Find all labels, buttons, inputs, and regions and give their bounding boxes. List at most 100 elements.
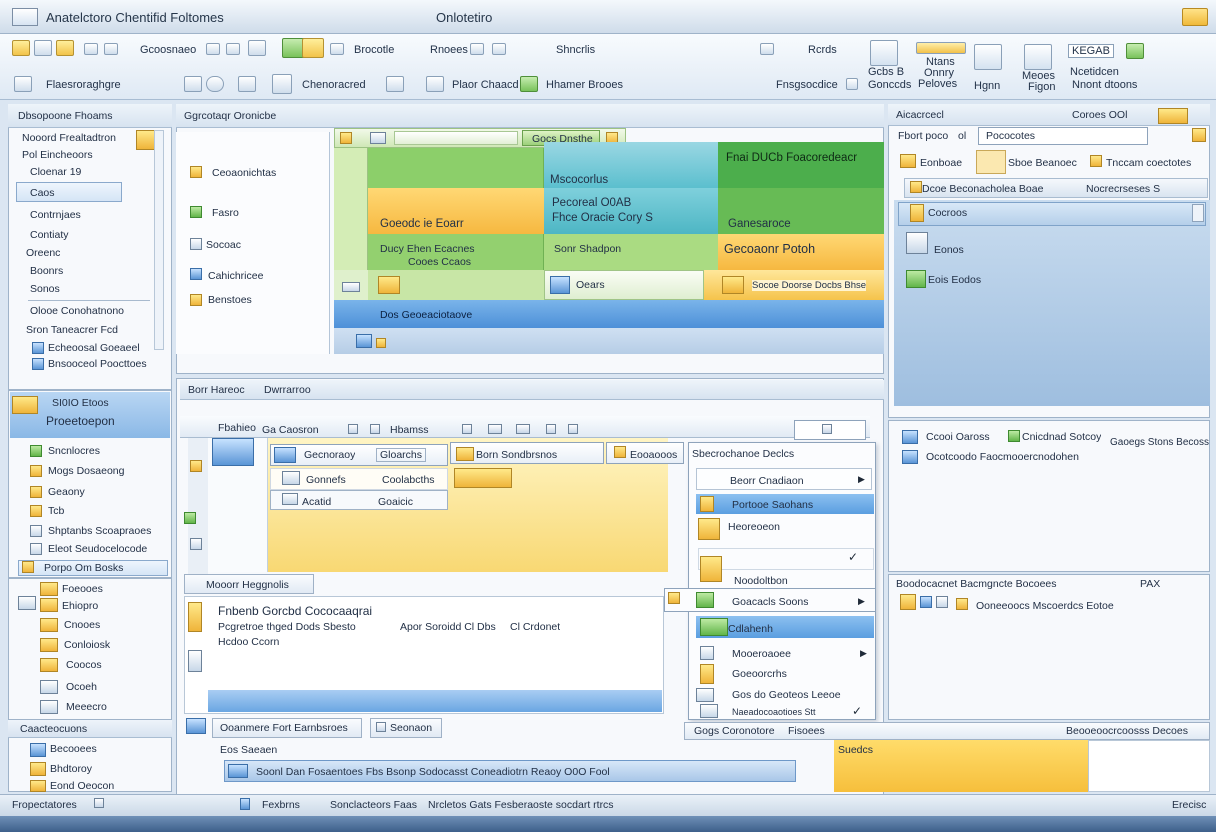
section2-item[interactable]: Shptanbs Scoapraoes	[48, 525, 151, 537]
section3-item[interactable]: Conloiosk	[64, 639, 110, 651]
tab-icon[interactable]	[546, 424, 556, 434]
save-icon[interactable]	[56, 40, 74, 56]
insert-icon[interactable]	[386, 76, 404, 92]
folder-icon[interactable]	[1182, 8, 1208, 26]
filter-value[interactable]: Pococotes	[986, 130, 1035, 142]
center-list-item[interactable]: Benstoes	[208, 294, 252, 306]
tab-icon[interactable]	[516, 424, 530, 434]
tab-icon[interactable]	[370, 132, 386, 144]
section2-item[interactable]: Tcb	[48, 505, 64, 517]
center-list-item[interactable]: Socoac	[206, 239, 241, 251]
right-row[interactable]: Eonboae	[920, 157, 962, 169]
tab-icon[interactable]	[568, 424, 578, 434]
context-menu-label[interactable]: Beorr Cnadiaon	[730, 475, 804, 487]
right-row[interactable]: Eois Eodos	[928, 274, 981, 286]
context-menu-label[interactable]: Gos do Geoteos Leeoe	[732, 689, 841, 701]
link-icon[interactable]	[330, 43, 344, 55]
gallery-item-label[interactable]: Coolabcths	[382, 474, 435, 486]
section3-item[interactable]: Meeecro	[66, 701, 107, 713]
ribbon-row2-1[interactable]: Flaesroraghgre	[46, 79, 121, 91]
nav-item[interactable]: Boonrs	[30, 265, 63, 277]
gallery-item-label[interactable]: Eooaooos	[630, 449, 677, 461]
group4-icon[interactable]	[1024, 44, 1052, 70]
status-dropdown-icon[interactable]	[94, 798, 104, 808]
center-list-item[interactable]: Fasro	[212, 207, 239, 219]
context-menu-label[interactable]: Cdlahenh	[728, 623, 773, 635]
center-list-item[interactable]: Cahichricee	[208, 270, 263, 282]
section2-subtitle[interactable]: Proeetoepon	[46, 414, 115, 428]
props-selection-band[interactable]	[208, 690, 662, 712]
view-icon[interactable]	[760, 43, 774, 55]
group2-icon[interactable]	[916, 42, 966, 54]
bottom-icon[interactable]	[186, 718, 206, 734]
format-painter-icon[interactable]	[14, 76, 32, 92]
ribbon-row2-2[interactable]: Chenoracred	[302, 79, 366, 91]
gallery-item-label[interactable]: Goaicic	[378, 496, 413, 508]
open-icon[interactable]	[12, 40, 30, 56]
right-row[interactable]: Sboe Beanoec	[1008, 157, 1077, 169]
section2-item[interactable]: Sncnlocres	[48, 445, 100, 457]
bottom-tab[interactable]: Fbahieo	[218, 422, 256, 434]
section3-item[interactable]: Coocos	[66, 659, 102, 671]
tab-icon[interactable]	[370, 424, 380, 434]
group5-label-a[interactable]: KEGAB	[1068, 44, 1114, 58]
ribbon-btn-2[interactable]: Brocotle	[354, 44, 394, 56]
filter-icon[interactable]	[1192, 128, 1206, 142]
section2-item[interactable]: Eleot Seudocelocode	[48, 543, 147, 555]
section3-item[interactable]: Ehiopro	[62, 600, 98, 612]
group1-label-a[interactable]: Gcbs B	[868, 66, 904, 78]
right-row[interactable]: Nocrecrseses S	[1086, 183, 1160, 195]
group4-label-b[interactable]: Figon	[1028, 81, 1056, 93]
right-bottom-row[interactable]: Gaoegs Stons Becoss	[1110, 437, 1209, 448]
table-icon[interactable]	[248, 40, 266, 56]
context-menu-label[interactable]: Mooeroaoee	[732, 648, 791, 660]
tab-icon[interactable]	[348, 424, 358, 434]
nav-item[interactable]: Sron Taneacrer Fcd	[26, 324, 118, 336]
arrow-icon[interactable]	[426, 76, 444, 92]
copy-icon[interactable]	[104, 43, 118, 55]
filter-icon[interactable]	[492, 43, 506, 55]
context-menu-label[interactable]: Portooe Saohans	[732, 499, 813, 511]
nav-item[interactable]: Pol Eincheoors	[22, 149, 93, 161]
ribbon-row2-4[interactable]: Hhamer Brooes	[546, 79, 623, 91]
bottom-tab[interactable]: Hbamss	[390, 424, 429, 436]
context-menu-label[interactable]: Heoreoeon	[728, 521, 780, 533]
section3-item[interactable]: Foeooes	[62, 583, 103, 595]
tab-icon[interactable]	[462, 424, 472, 434]
context-menu-label[interactable]: Goacacls Soons	[732, 596, 808, 608]
section2-item[interactable]: Porpo Om Bosks	[44, 562, 123, 574]
green-tool-icon[interactable]	[520, 76, 538, 92]
group5-label-c[interactable]: Nnont dtoons	[1072, 79, 1137, 91]
section4-item[interactable]: Eond Oeocon	[50, 780, 114, 792]
group5-label-b[interactable]: Ncetidcen	[1070, 66, 1119, 78]
left-nav-scrollbar[interactable]	[154, 130, 164, 350]
bottom-button-label[interactable]: Ooanmere Fort Earnbsroes	[220, 722, 348, 734]
image-icon[interactable]	[302, 38, 324, 58]
ribbon-btn-4[interactable]: Shncrlis	[556, 44, 595, 56]
section2-item[interactable]: Mogs Dosaeong	[48, 465, 124, 477]
nav-item[interactable]: Olooe Conohatnono	[30, 305, 124, 317]
bold-icon[interactable]	[184, 76, 202, 92]
gallery-item-label[interactable]: Acatid	[302, 496, 331, 508]
page-icon[interactable]	[272, 74, 292, 94]
ribbon-row2-3[interactable]: Plaor Chaacd	[452, 79, 519, 91]
right-row[interactable]: Dcoe Beconacholea Boae	[922, 183, 1043, 195]
nav-item[interactable]: Cloenar 19	[30, 166, 81, 178]
ribbon-btn-5[interactable]: Rcrds	[808, 44, 837, 56]
gallery-item-label[interactable]: Gonnefs	[306, 474, 346, 486]
right-row[interactable]: Tnccam coectotes	[1106, 157, 1191, 169]
context-menu-label[interactable]: Goeoorcrhs	[732, 668, 787, 680]
right-bottom-row[interactable]: Ocotcoodo Faocmooercnodohen	[926, 451, 1079, 463]
row-highlight[interactable]	[976, 150, 1006, 174]
right-top-folder-icon[interactable]	[1158, 108, 1188, 124]
grid-cell[interactable]	[718, 142, 884, 188]
expand-icon[interactable]	[18, 596, 36, 610]
search-icon[interactable]	[822, 424, 832, 434]
ribbon-btn-3[interactable]: Rnoees	[430, 44, 468, 56]
gallery-selected-swatch[interactable]	[454, 468, 512, 488]
new-icon[interactable]	[34, 40, 52, 56]
right-bottom-row[interactable]: Ccooi Oaross	[926, 431, 990, 443]
nav-item[interactable]: Sonos	[30, 283, 60, 295]
context-menu-label[interactable]: Noodoltbon	[734, 575, 788, 587]
dropdown-icon[interactable]	[846, 78, 858, 90]
